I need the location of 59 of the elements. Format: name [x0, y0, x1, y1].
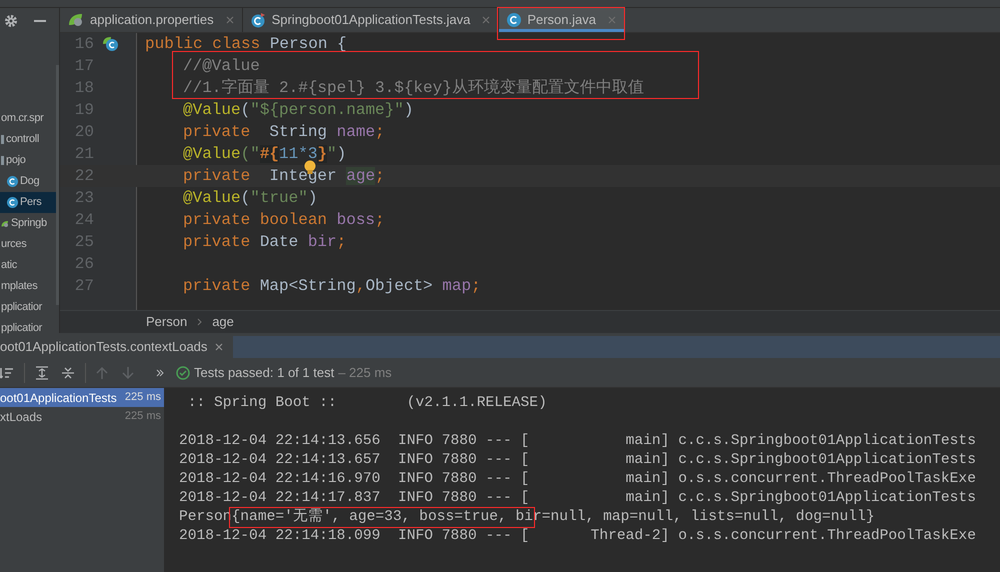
tree-item[interactable]: pojo: [0, 150, 56, 171]
console-line: 2018-12-04 22:14:13.657 INFO 7880 --- [ main] c.c.s.Springboot01ApplicationTests: [179, 451, 976, 470]
code-line: private String name;: [183, 122, 385, 143]
test-time: 225 ms: [124, 409, 161, 424]
expand-all-icon[interactable]: [35, 366, 49, 380]
console-line: 2018-12-04 22:14:17.837 INFO 7880 --- [ main] c.c.s.Springboot01ApplicationTests: [179, 489, 976, 508]
tree-item[interactable]: urces: [0, 234, 56, 255]
more-icon[interactable]: [156, 368, 164, 376]
code-comment: //1.字面量 2.#{spel} 3.${key}从环境变量配置文件中取值: [183, 78, 644, 99]
check-icon: [176, 366, 190, 380]
tree-item[interactable]: controll: [0, 129, 56, 150]
folder-icon: [1, 156, 4, 165]
console-line: 2018-12-04 22:14:18.099 INFO 7880 --- [ Thread-2] o.s.s.concurrent.ThreadPoolTaskExe: [179, 527, 976, 546]
editor-tab[interactable]: application.properties: [60, 8, 243, 32]
tree-item[interactable]: Dog: [0, 171, 56, 192]
test-class-icon: [250, 12, 266, 28]
tree-item[interactable]: Pers: [0, 192, 56, 213]
leaf-icon: [1, 220, 9, 228]
code-line: @Value("true"): [183, 188, 318, 209]
breadcrumb-item[interactable]: age: [212, 312, 234, 332]
tree-item[interactable]: mplates: [0, 276, 56, 297]
collapse-all-icon[interactable]: [61, 366, 75, 380]
test-time: 225 ms: [124, 390, 161, 406]
breadcrumb-item[interactable]: Person: [146, 312, 188, 332]
code-comment: //@Value: [183, 56, 260, 77]
test-duration: – 225 ms: [338, 364, 392, 382]
code-line: @Value("${person.name}"): [183, 100, 414, 121]
code-line: public class Person {: [145, 34, 347, 55]
editor-tab[interactable]: Person.java: [499, 8, 625, 32]
code-line: private boolean boss;: [183, 210, 385, 231]
run-tab[interactable]: oot01ApplicationTests.contextLoads: [0, 336, 234, 358]
class-gutter-icon[interactable]: [102, 36, 119, 52]
chevron-icon: [197, 318, 202, 326]
close-icon[interactable]: [215, 343, 224, 351]
tree-item[interactable]: atic: [0, 255, 56, 276]
tree-item[interactable]: om.cr.spr: [0, 108, 56, 129]
minimize-icon[interactable]: [34, 20, 46, 22]
class-icon: [507, 13, 522, 27]
tree-item[interactable]: Springb: [0, 213, 56, 234]
class-icon: [7, 176, 18, 187]
test-name: oot01ApplicationTests: [0, 390, 117, 406]
console-line: 2018-12-04 22:14:13.656 INFO 7880 --- [ main] c.c.s.Springboot01ApplicationTests: [179, 432, 976, 451]
test-tree-row[interactable]: xtLoads 225 ms: [0, 407, 164, 426]
code-line: private Date bir;: [183, 232, 346, 253]
test-name: xtLoads: [0, 408, 42, 426]
code-line: @Value("#{11*3}"): [183, 144, 346, 165]
leaf-icon: [68, 13, 84, 27]
class-icon: [7, 197, 18, 208]
code-line: private Map<String,Object> map;: [183, 276, 481, 297]
test-tree-row[interactable]: oot01ApplicationTests 225 ms: [0, 388, 164, 407]
folder-icon: [1, 135, 4, 144]
console-line: 2018-12-04 22:14:16.970 INFO 7880 --- [ main] o.s.s.concurrent.ThreadPoolTaskExe: [179, 470, 976, 489]
console-line: :: Spring Boot :: (v2.1.1.RELEASE): [186, 394, 547, 413]
settings-icon[interactable]: [4, 14, 18, 28]
code-line: private Integer age;: [183, 166, 385, 187]
tree-item[interactable]: pplicatior: [0, 318, 56, 339]
tree-item[interactable]: pplicatior: [0, 297, 56, 318]
test-status: Tests passed: 1 of 1 test: [194, 364, 334, 382]
sort-icon[interactable]: [0, 366, 14, 380]
